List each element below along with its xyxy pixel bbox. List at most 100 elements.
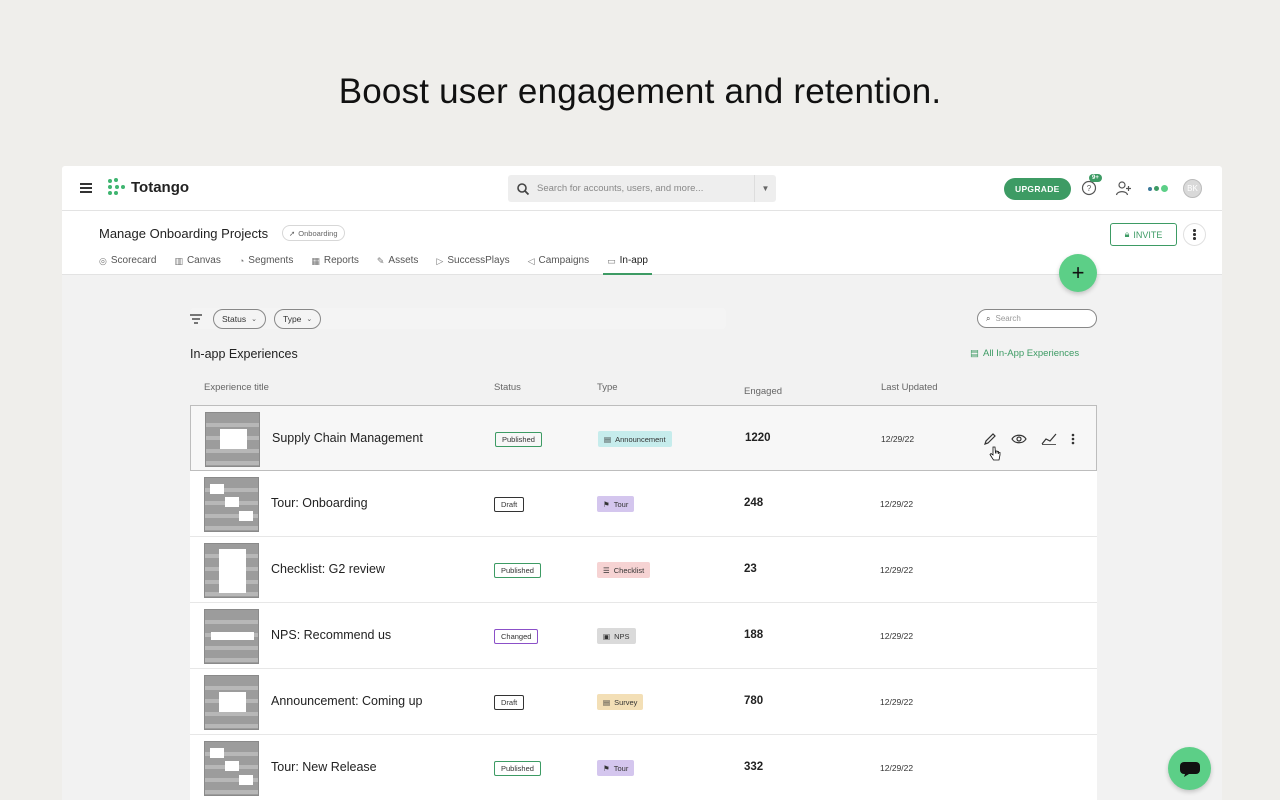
all-experiences-link[interactable]: ▤ All In-App Experiences — [970, 348, 1079, 359]
tour-thumbnail — [204, 741, 259, 796]
table-row[interactable]: Checklist: G2 review Published ☰ Checklist 2… — [190, 537, 1097, 603]
rocket-icon: ➚ — [289, 228, 296, 238]
table-row[interactable]: Announcement: Coming up Draft ▤ Survey 780 12… — [190, 669, 1097, 735]
avatar[interactable]: BK — [1183, 179, 1202, 198]
experience-title[interactable]: Tour: Onboarding — [271, 496, 368, 510]
experience-title[interactable]: Tour: New Release — [271, 760, 377, 774]
experience-title[interactable]: Checklist: G2 review — [271, 562, 385, 576]
status-filter[interactable]: Status ⌄ — [213, 308, 266, 329]
global-search[interactable]: Search for accounts, users, and more... … — [508, 175, 776, 202]
status-badge: Published — [494, 761, 541, 776]
scorecard-icon: ◎ — [99, 256, 107, 266]
type-filter[interactable]: Type ⌄ — [273, 308, 322, 329]
chat-button[interactable] — [1168, 747, 1211, 790]
search-icon: ⌕ — [986, 313, 991, 323]
add-experience-button[interactable]: + — [1059, 254, 1097, 292]
segments-icon: ◔ — [238, 256, 245, 266]
tab-inapp[interactable]: ▭ In-app — [603, 255, 652, 275]
column-header-type[interactable]: Type — [597, 382, 618, 393]
tab-label: Reports — [323, 255, 359, 266]
more-options-icon[interactable] — [1183, 223, 1206, 246]
tab-assets[interactable]: ✎ Assets — [377, 255, 419, 275]
chevron-down-icon: ⌄ — [306, 315, 313, 323]
column-header-engaged[interactable]: Engaged — [744, 386, 782, 397]
all-experiences-label: All In-App Experiences — [982, 348, 1080, 359]
experience-title[interactable]: Supply Chain Management — [272, 431, 423, 445]
tab-successplays[interactable]: ▷ SuccessPlays — [436, 255, 509, 275]
table-search-placeholder: Search — [995, 314, 1021, 323]
chevron-down-icon[interactable]: ▼ — [754, 175, 776, 202]
table-row[interactable]: Tour: New Release Published ⚑ Tour 332 12/29/… — [190, 735, 1097, 800]
analytics-icon[interactable] — [1041, 433, 1057, 445]
announcement-icon: ▤ — [604, 434, 612, 444]
status-dots-icon[interactable] — [1148, 185, 1168, 192]
last-updated: 12/29/22 — [880, 763, 914, 773]
tab-segments[interactable]: ◔ Segments — [239, 255, 293, 275]
announcement-thumbnail — [204, 675, 259, 730]
column-header-status[interactable]: Status — [494, 382, 521, 393]
status-badge: Draft — [494, 695, 525, 710]
filter-bar: Status ⌄ Type ⌄ — [190, 308, 726, 329]
type-badge: ▤ Survey — [597, 694, 644, 710]
upgrade-button[interactable]: UPGRADE — [1004, 178, 1071, 200]
table-search-input[interactable]: ⌕ Search — [977, 309, 1097, 328]
logo[interactable]: Totango — [108, 178, 189, 196]
logo-text: Totango — [131, 178, 190, 196]
status-filter-label: Status — [222, 313, 247, 324]
engaged-count: 332 — [744, 761, 764, 773]
tab-label: SuccessPlays — [447, 255, 510, 266]
tab-label: Assets — [388, 255, 419, 266]
column-header-updated[interactable]: Last Updated — [881, 382, 938, 393]
engaged-count: 23 — [744, 563, 757, 575]
play-icon: ▷ — [436, 256, 444, 266]
checklist-thumbnail — [204, 543, 259, 598]
last-updated: 12/29/22 — [880, 499, 914, 509]
type-label: Survey — [614, 697, 638, 707]
type-badge: ⚑ Tour — [597, 760, 635, 776]
tour-icon: ⚑ — [603, 499, 610, 509]
more-options-icon[interactable] — [1071, 433, 1075, 445]
help-icon[interactable]: ? 9+ — [1081, 174, 1102, 196]
search-input[interactable]: Search for accounts, users, and more... — [537, 183, 754, 194]
last-updated: 12/29/22 — [880, 565, 914, 575]
experiences-table: Supply Chain Management Published ▤ Announc… — [190, 405, 1097, 800]
engaged-count: 780 — [744, 695, 764, 707]
tab-reports[interactable]: ▦ Reports — [311, 255, 359, 275]
type-badge: ⚑ Tour — [597, 496, 635, 512]
assets-icon: ✎ — [376, 256, 385, 266]
tab-label: Campaigns — [538, 255, 590, 266]
tab-scorecard[interactable]: ◎ Scorecard — [99, 255, 156, 275]
canvas-icon: ▥ — [174, 256, 183, 266]
column-header-title[interactable]: Experience title — [204, 382, 269, 393]
tab-label: Canvas — [186, 255, 221, 266]
nps-thumbnail — [204, 609, 259, 664]
preview-eye-icon[interactable] — [1011, 433, 1027, 445]
edit-icon[interactable] — [983, 432, 997, 446]
inapp-icon: ▭ — [607, 256, 616, 266]
table-row[interactable]: NPS: Recommend us Changed ▣ NPS 188 12/29/22 — [190, 603, 1097, 669]
add-user-icon[interactable] — [1115, 180, 1132, 197]
table-row[interactable]: Supply Chain Management Published ▤ Announc… — [190, 405, 1097, 471]
invite-button[interactable]: 🔒︎ INVITE — [1110, 223, 1177, 246]
status-badge: Changed — [494, 629, 539, 644]
filter-icon[interactable] — [190, 313, 202, 324]
tour-icon: ⚑ — [603, 763, 610, 773]
hand-cursor-icon — [989, 446, 1001, 467]
status-badge: Published — [494, 563, 541, 578]
tab-canvas[interactable]: ▥ Canvas — [174, 255, 220, 275]
status-badge: Draft — [494, 497, 525, 512]
hero-headline: Boost user engagement and retention. — [338, 72, 942, 111]
experience-title[interactable]: Announcement: Coming up — [271, 694, 422, 708]
app-window: Totango Search for accounts, users, and … — [62, 166, 1222, 800]
chevron-down-icon: ⌄ — [251, 315, 257, 323]
menu-icon[interactable] — [80, 183, 92, 193]
tab-campaigns[interactable]: ◁ Campaigns — [528, 255, 590, 275]
project-chip[interactable]: ➚ Onboarding — [282, 225, 345, 241]
table-row[interactable]: Tour: Onboarding Draft ⚑ Tour 248 12/29/22 — [190, 471, 1097, 537]
experience-title[interactable]: NPS: Recommend us — [271, 628, 391, 642]
help-badge: 9+ — [1089, 174, 1102, 182]
tab-label: In-app — [619, 255, 648, 266]
top-bar: Totango Search for accounts, users, and … — [62, 166, 1222, 211]
tab-label: Scorecard — [110, 255, 157, 266]
invite-label: INVITE — [1133, 229, 1163, 240]
